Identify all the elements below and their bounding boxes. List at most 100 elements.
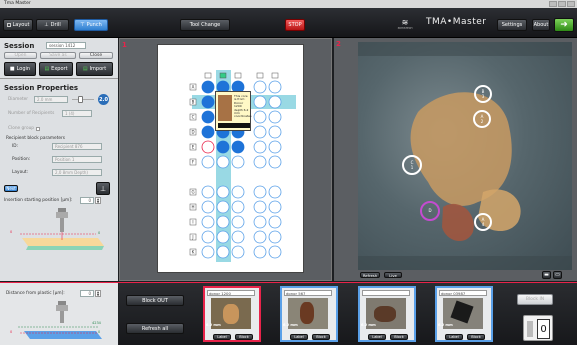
- core-position[interactable]: [268, 215, 282, 229]
- donor-block-card[interactable]: donor 1200 6.2 mm Label Block: [203, 286, 261, 342]
- core-marker[interactable]: A 4: [474, 213, 492, 231]
- clone-group-row[interactable]: Clone group: [8, 126, 41, 131]
- core-position[interactable]: [201, 95, 215, 109]
- core-position[interactable]: [253, 140, 267, 154]
- core-position[interactable]: [253, 200, 267, 214]
- drill-button[interactable]: ⊥ Drill: [36, 19, 69, 31]
- block-button[interactable]: Block: [467, 334, 485, 340]
- core-position[interactable]: [268, 200, 282, 214]
- position-select[interactable]: Position 1: [52, 156, 102, 163]
- session-name-field[interactable]: session 1412: [46, 42, 86, 49]
- block-out-button[interactable]: Block OUT: [126, 295, 184, 306]
- diameter-select[interactable]: 2.0 mm: [34, 96, 68, 103]
- close-session-button[interactable]: Close: [79, 52, 113, 59]
- insertion-stepper[interactable]: ▲ ▼: [95, 197, 101, 204]
- diameter-slider-track[interactable]: [72, 99, 94, 100]
- core-position[interactable]: [253, 230, 267, 244]
- core-position[interactable]: [201, 185, 215, 199]
- label-button[interactable]: Label: [213, 334, 231, 340]
- core-position[interactable]: [231, 140, 245, 154]
- refresh-all-button[interactable]: Refresh all: [126, 323, 184, 334]
- core-marker[interactable]: C 1: [402, 155, 422, 175]
- core-position[interactable]: [253, 215, 267, 229]
- core-position[interactable]: [268, 110, 282, 124]
- core-position[interactable]: [216, 200, 230, 214]
- core-position[interactable]: [253, 185, 267, 199]
- core-position[interactable]: [201, 245, 215, 259]
- core-position[interactable]: [216, 215, 230, 229]
- donor-block-card[interactable]: donor 567 6.2 mm Label Block: [280, 286, 338, 342]
- block-button[interactable]: Block: [235, 334, 253, 340]
- drill-settings-button[interactable]: ⊥: [96, 182, 110, 195]
- core-position[interactable]: [216, 155, 230, 169]
- core-position[interactable]: [201, 125, 215, 139]
- clone-group-checkbox[interactable]: [36, 126, 41, 131]
- core-position[interactable]: [201, 200, 215, 214]
- core-position[interactable]: [253, 110, 267, 124]
- distance-field[interactable]: 0: [80, 290, 94, 297]
- distance-stepper[interactable]: ▲ ▼: [95, 290, 101, 297]
- core-position[interactable]: [216, 245, 230, 259]
- core-position[interactable]: [253, 155, 267, 169]
- core-position[interactable]: [201, 80, 215, 94]
- core-position[interactable]: [231, 155, 245, 169]
- core-position[interactable]: [231, 245, 245, 259]
- open-button[interactable]: Open: [4, 52, 37, 59]
- core-position[interactable]: [231, 215, 245, 229]
- donor-block-card[interactable]: 6.2 mm Label Block: [358, 286, 416, 342]
- core-marker[interactable]: B 3: [474, 85, 492, 103]
- core-position[interactable]: [216, 185, 230, 199]
- label-button[interactable]: Label: [445, 334, 463, 340]
- block-in-button[interactable]: Block IN: [517, 294, 553, 305]
- map-grid-svg[interactable]: ABCDEFGHIJK: [158, 45, 305, 274]
- punch-button[interactable]: ⊤ Punch: [74, 19, 108, 31]
- core-position[interactable]: [231, 185, 245, 199]
- about-button[interactable]: About: [532, 19, 550, 31]
- column-marker[interactable]: [219, 72, 227, 79]
- donor-name-field[interactable]: donor 1200: [207, 290, 255, 296]
- core-marker[interactable]: D: [420, 201, 440, 221]
- layout-button[interactable]: Layout: [3, 19, 33, 31]
- block-button[interactable]: Block: [312, 334, 330, 340]
- donor-block-card[interactable]: donor 03987 6.2 mm Label Block: [435, 286, 493, 342]
- zoom-in-button[interactable]: ▬: [542, 271, 551, 279]
- core-position[interactable]: [268, 230, 282, 244]
- label-button[interactable]: Label: [368, 334, 386, 340]
- core-position[interactable]: [201, 230, 215, 244]
- core-position[interactable]: [253, 245, 267, 259]
- core-position[interactable]: [253, 80, 267, 94]
- donor-camera-view[interactable]: B 3 A 2 C 1 D A 4: [358, 42, 572, 270]
- core-position[interactable]: [253, 95, 267, 109]
- core-position[interactable]: [268, 155, 282, 169]
- recipient-block-map[interactable]: ABCDEFGHIJK This core is from: Donor 120…: [157, 44, 304, 273]
- close-icon[interactable]: [567, 1, 575, 7]
- core-position[interactable]: [268, 185, 282, 199]
- core-position[interactable]: [216, 140, 230, 154]
- column-marker[interactable]: [234, 72, 242, 79]
- recipient-id-field[interactable]: Recipient 876: [52, 143, 102, 150]
- core-position[interactable]: [268, 125, 282, 139]
- diameter-slider-handle[interactable]: [78, 96, 83, 103]
- stop-button[interactable]: STOP: [285, 19, 305, 31]
- minimize-icon[interactable]: [549, 1, 557, 7]
- core-marker[interactable]: A 2: [473, 110, 491, 128]
- core-position[interactable]: [201, 140, 215, 154]
- login-button[interactable]: ■ Login: [4, 62, 36, 76]
- insertion-field[interactable]: 0: [80, 197, 94, 204]
- maximize-icon[interactable]: [558, 1, 566, 7]
- import-button[interactable]: ▤ Import: [76, 62, 113, 76]
- core-position[interactable]: [231, 200, 245, 214]
- column-marker[interactable]: [256, 72, 264, 79]
- fullscreen-button[interactable]: ▭: [553, 271, 562, 279]
- core-position[interactable]: [268, 80, 282, 94]
- save-as-button[interactable]: Save as: [40, 52, 76, 59]
- core-position[interactable]: [268, 245, 282, 259]
- next-button[interactable]: Next: [4, 185, 18, 192]
- core-position[interactable]: [201, 155, 215, 169]
- recipients-select[interactable]: 1 (4): [62, 110, 92, 117]
- exit-button[interactable]: ➜: [554, 18, 574, 32]
- donor-name-field[interactable]: [362, 290, 410, 296]
- column-marker[interactable]: [204, 72, 212, 79]
- donor-name-field[interactable]: donor 567: [284, 290, 332, 296]
- live-button[interactable]: Live: [384, 272, 402, 278]
